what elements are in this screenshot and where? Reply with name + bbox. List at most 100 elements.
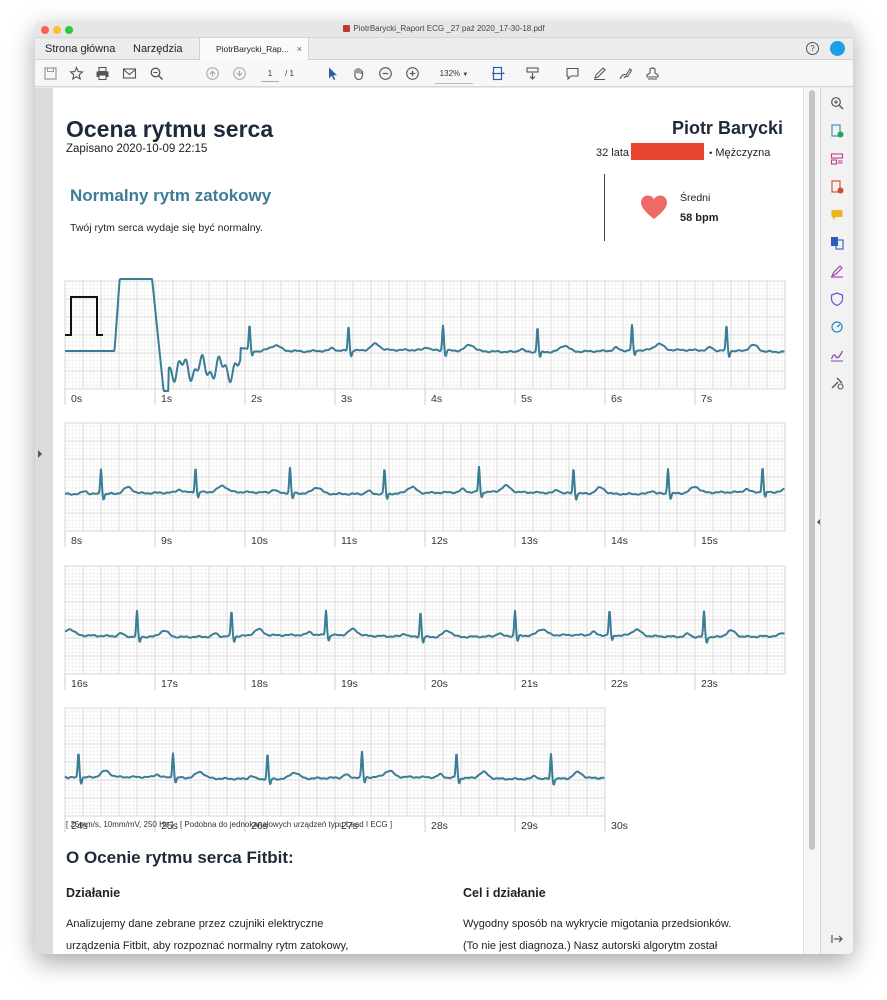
time-tick-label: 21s [521,678,538,690]
time-tick-label: 10s [251,535,268,547]
zoom-in-icon[interactable] [405,66,420,81]
time-tick-label: 22s [611,678,628,690]
select-cursor-icon[interactable] [325,66,340,81]
time-tick-label: 13s [521,535,538,547]
stamp-icon[interactable] [645,66,660,81]
patient-meta: 32 lata • Mężczyzna [596,143,770,160]
time-tick-label: 8s [71,535,82,547]
heart-icon [640,194,668,222]
toolbar: 1 / 1 132% ▼ [35,60,853,87]
time-tick-label: 6s [611,393,622,405]
zoom-level-select[interactable]: 132% ▼ [435,66,473,84]
zoom-icon[interactable] [830,96,844,110]
window-title: PiotrBarycki_Raport ECG _27 paź 2020_17-… [35,24,853,33]
divider [604,174,605,241]
text-line: (To nie jest diagnoza.) Nasz autorski al… [463,939,718,952]
time-tick-label: 30s [611,820,628,832]
hand-icon[interactable] [351,66,366,81]
bookmark-star-icon[interactable] [69,66,84,81]
combine-files-icon[interactable] [830,236,844,250]
fit-page-icon[interactable] [491,66,506,81]
time-tick-label: 28s [431,820,448,832]
scrollbar-thumb[interactable] [809,90,815,850]
tab-document[interactable]: PiotrBarycki_Rap... × [199,38,309,60]
saved-date: Zapisano 2020-10-09 22:15 [66,143,208,155]
time-tick-label: 29s [521,820,538,832]
draw-icon[interactable] [618,66,633,81]
time-tick-label: 19s [341,678,358,690]
time-tick-label: 17s [161,678,178,690]
time-tick-label: 3s [341,393,352,405]
ecg-grid [64,280,786,390]
zoom-level-value: 132% [439,69,461,78]
more-tools-icon[interactable] [830,376,844,390]
tab-bar: Strona główna Narzędzia PiotrBarycki_Rap… [35,38,853,60]
redaction-box [631,143,705,160]
patient-name: Piotr Barycki [671,118,783,138]
page-number-input[interactable]: 1 [261,66,279,82]
result-title: Normalny rytm zatokowy [70,186,272,205]
ecg-strip-4: 24s 25s 26s 27s 28s 29s 30s [64,707,786,835]
tab-tools[interactable]: Narzędzia [133,38,183,60]
organize-pages-icon[interactable] [830,152,844,166]
print-icon[interactable] [95,66,110,81]
ecg-strip-3: 16s 17s 18s 19s 20s 21s 22s 23s [64,565,786,693]
time-tick-label: 9s [161,535,172,547]
close-tab-icon[interactable]: × [297,38,302,60]
title-bar: PiotrBarycki_Raport ECG _27 paź 2020_17-… [35,22,853,38]
ecg-settings-note: [ 25mm/s, 10mm/mV, 250 Hz ] : [ Podobna … [66,820,393,829]
sign-icon[interactable] [830,348,844,362]
report-title: Ocena rytmu serca [66,116,274,142]
time-tick-label: 16s [71,678,88,690]
time-tick-label: 12s [431,535,448,547]
tab-home[interactable]: Strona główna [45,38,115,60]
patient-sex: Mężczyzna [715,147,771,159]
scroll-mode-icon[interactable] [525,66,540,81]
left-gutter [35,88,53,954]
section-heading-right: Cel i działanie [463,886,546,900]
patient-age: 32 lata [596,147,630,159]
text-line: Analizujemy dane zebrane przez czujniki … [66,918,324,930]
comment-icon[interactable] [830,208,844,222]
about-title: O Ocenie rytmu serca Fitbit: [66,848,294,867]
prev-page-icon[interactable] [205,66,220,81]
fill-sign-icon[interactable] [830,264,844,278]
window-title-text: PiotrBarycki_Raport ECG _27 paź 2020_17-… [353,24,545,33]
email-icon[interactable] [122,66,137,81]
search-icon[interactable] [149,66,164,81]
export-pdf-icon[interactable] [830,124,844,138]
optimize-icon[interactable] [830,320,844,334]
text-line: Wygodny sposób na wykrycie migotania prz… [463,918,732,930]
section-text-left: Analizujemy dane zebrane przez czujniki … [66,914,396,954]
time-tick-label: 5s [521,393,532,405]
chevron-down-icon: ▼ [462,72,469,78]
tab-document-label: PiotrBarycki_Rap... [216,44,289,54]
pdf-reader-window: PiotrBarycki_Raport ECG _27 paź 2020_17-… [35,22,853,954]
time-tick-label: 23s [701,678,718,690]
section-heading-left: Działanie [66,886,121,900]
highlight-pen-icon[interactable] [592,66,607,81]
time-tick-label: 7s [701,393,712,405]
time-tick-label: 4s [431,393,442,405]
pdf-file-icon [343,25,351,32]
time-tick-label: 15s [701,535,718,547]
comment-icon[interactable] [565,66,580,81]
time-tick-label: 14s [611,535,628,547]
help-icon[interactable]: ? [806,42,819,55]
pdf-page: Ocena rytmu serca Zapisano 2020-10-09 22… [53,88,803,954]
collapse-panel-icon[interactable] [830,932,844,946]
protect-icon[interactable] [830,292,844,306]
time-tick-label: 11s [341,535,357,547]
profile-avatar-icon[interactable] [830,41,845,56]
expand-left-panel-icon[interactable] [38,450,42,458]
ecg-grid [64,422,786,532]
average-label: Średni [680,192,711,204]
save-icon[interactable] [43,66,58,81]
next-page-icon[interactable] [232,66,247,81]
zoom-out-icon[interactable] [378,66,393,81]
average-bpm: 58 bpm [680,212,719,224]
result-description: Twój rytm serca wydaje się być normalny. [70,222,263,234]
ecg-grid [64,707,606,817]
edit-pdf-icon[interactable] [830,180,844,194]
text-line: urządzenia Fitbit, aby rozpoznać normaln… [66,939,349,952]
